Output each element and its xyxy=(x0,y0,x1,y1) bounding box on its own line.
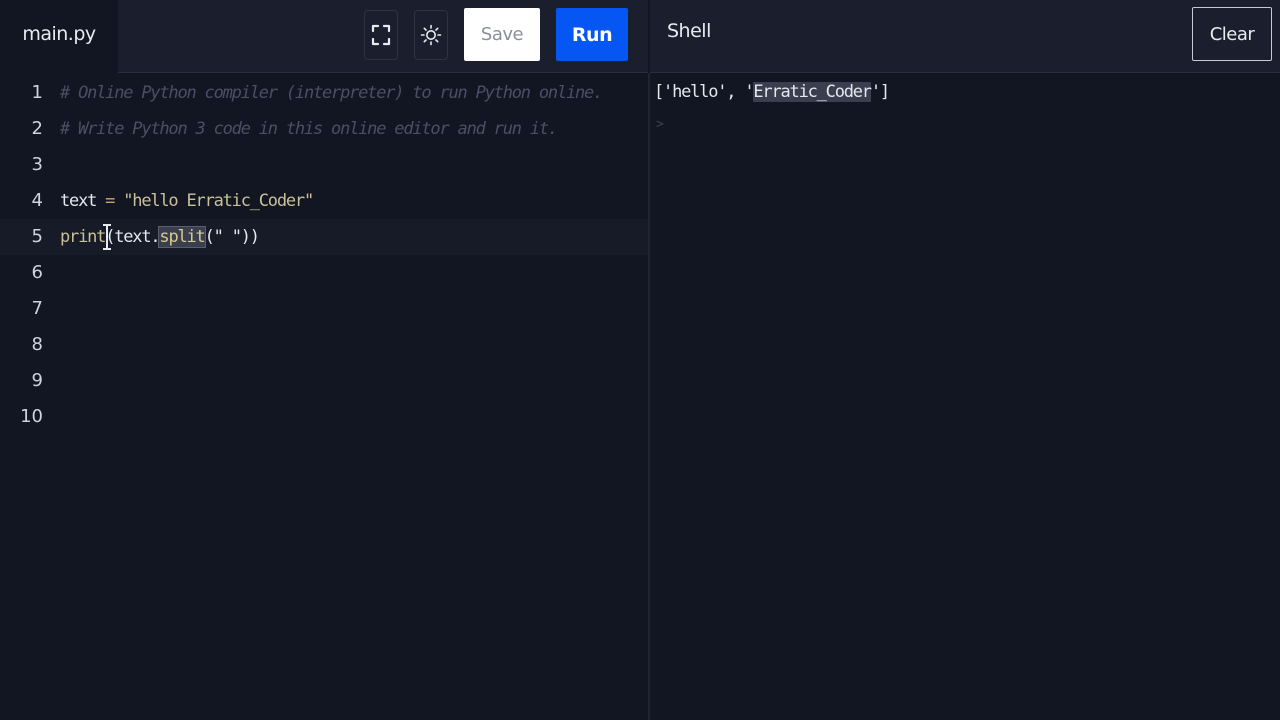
code-identifier: text xyxy=(60,191,97,211)
shell-output-prefix: ['hello', ' xyxy=(654,82,755,102)
code-line[interactable]: 3 xyxy=(0,147,648,183)
line-number: 3 xyxy=(31,154,43,175)
file-tab-main-py[interactable]: main.py xyxy=(0,0,118,74)
code-comment: # Online Python compiler (interpreter) t… xyxy=(60,83,603,103)
code-text: text = "hello Erratic_Coder" xyxy=(60,183,314,219)
line-number: 1 xyxy=(31,82,43,103)
code-line[interactable]: 7 xyxy=(0,291,648,327)
fullscreen-button[interactable] xyxy=(364,10,398,60)
code-line[interactable]: 10 xyxy=(0,399,648,435)
line-number: 2 xyxy=(31,118,43,139)
code-line[interactable]: 9 xyxy=(0,363,648,399)
top-divider xyxy=(648,0,650,73)
shell-panel[interactable]: ['hello', 'Erratic_Coder'] > xyxy=(650,73,1280,720)
fullscreen-icon xyxy=(371,24,391,46)
code-line[interactable]: 6 xyxy=(0,255,648,291)
shell-output-highlight: Erratic_Coder xyxy=(753,82,872,102)
theme-toggle-button[interactable] xyxy=(414,10,448,60)
run-button[interactable]: Run xyxy=(556,8,628,61)
python-compiler-app: main.py Save Run Shell Clear 1 # Online … xyxy=(0,0,1280,720)
shell-output: ['hello', 'Erratic_Coder'] xyxy=(654,79,890,105)
code-line[interactable]: 4 text = "hello Erratic_Coder" xyxy=(0,183,648,219)
code-line[interactable]: 1 # Online Python compiler (interpreter)… xyxy=(0,75,648,111)
code-comment: # Write Python 3 code in this online edi… xyxy=(60,119,558,139)
code-arguments: (" ")) xyxy=(204,227,260,247)
line-number: 4 xyxy=(31,190,43,211)
line-number: 5 xyxy=(31,226,43,247)
shell-output-suffix: '] xyxy=(870,82,890,102)
code-editor[interactable]: 1 # Online Python compiler (interpreter)… xyxy=(0,73,648,720)
sun-icon xyxy=(420,24,442,46)
line-number: 8 xyxy=(31,334,43,355)
shell-prompt[interactable]: > xyxy=(656,117,664,132)
line-number: 10 xyxy=(20,406,43,427)
code-line[interactable]: 8 xyxy=(0,327,648,363)
text-cursor-icon xyxy=(103,224,111,250)
line-number: 7 xyxy=(31,298,43,319)
code-string: "hello Erratic_Coder" xyxy=(123,191,314,211)
code-operator: = xyxy=(96,191,124,211)
code-selection: split xyxy=(158,226,206,248)
code-function: print xyxy=(60,227,106,247)
shell-scrollbar[interactable] xyxy=(1268,73,1280,720)
line-number: 6 xyxy=(31,262,43,283)
shell-title: Shell xyxy=(667,20,711,42)
clear-button[interactable]: Clear xyxy=(1192,7,1272,61)
top-bar: main.py Save Run Shell Clear xyxy=(0,0,1280,74)
save-button[interactable]: Save xyxy=(464,8,540,61)
code-line-active[interactable]: 5 print(text.split(" ")) xyxy=(0,219,648,255)
line-number: 9 xyxy=(31,370,43,391)
code-line[interactable]: 2 # Write Python 3 code in this online e… xyxy=(0,111,648,147)
code-text: print(text.split(" ")) xyxy=(60,219,260,255)
